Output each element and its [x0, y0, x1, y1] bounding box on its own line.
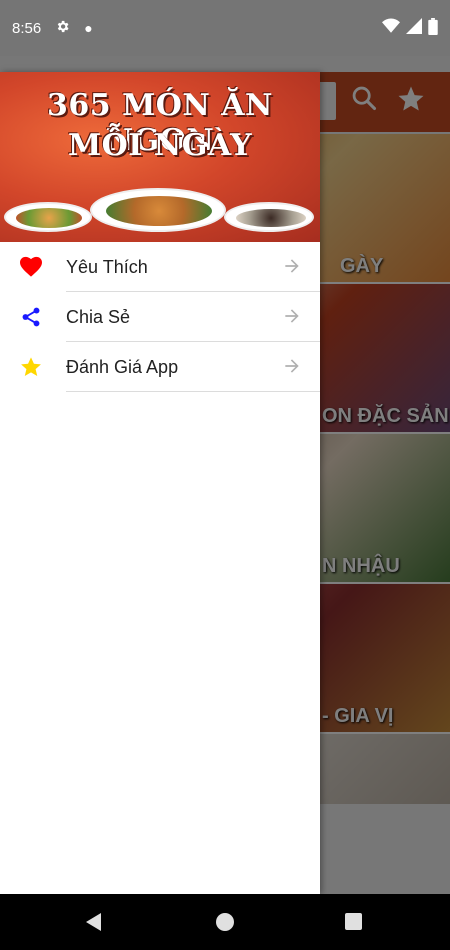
arrow-right-icon: [282, 356, 302, 380]
navigation-drawer: 365 MÓN ĂN NGON MỖI NGÀY Yêu Thích Chia …: [0, 72, 320, 894]
food-plate-image: [224, 202, 314, 232]
menu-item-label: Đánh Giá App: [66, 357, 179, 377]
share-icon: [20, 306, 42, 328]
notification-dot-icon: ●: [84, 20, 93, 36]
banner-title-line2: MỖI NGÀY: [67, 128, 253, 163]
home-icon[interactable]: [216, 913, 234, 931]
arrow-right-icon: [282, 256, 302, 280]
wifi-icon: [382, 18, 400, 38]
menu-item-rate-app[interactable]: Đánh Giá App: [0, 342, 320, 392]
back-icon[interactable]: [86, 913, 101, 931]
drawer-header-banner: 365 MÓN ĂN NGON MỖI NGÀY: [0, 72, 320, 242]
drawer-menu: Yêu Thích Chia Sẻ Đánh Giá App: [0, 242, 320, 392]
food-plate-image: [4, 202, 92, 232]
menu-item-label: Yêu Thích: [66, 257, 148, 277]
signal-icon: [406, 18, 422, 38]
arrow-right-icon: [282, 306, 302, 330]
recents-icon[interactable]: [345, 913, 362, 930]
divider: [66, 391, 320, 392]
status-bar: 8:56 ●: [0, 0, 450, 56]
star-icon: [20, 356, 42, 378]
gear-icon: [55, 19, 70, 38]
menu-item-label: Chia Sẻ: [66, 307, 131, 327]
food-plate-image: [90, 188, 226, 232]
status-time: 8:56: [12, 19, 42, 37]
menu-item-favorites[interactable]: Yêu Thích: [0, 242, 320, 292]
battery-icon: [428, 17, 438, 39]
system-navigation-bar: [0, 894, 450, 950]
menu-item-share[interactable]: Chia Sẻ: [0, 292, 320, 342]
heart-icon: [20, 256, 42, 278]
status-icons: [382, 17, 438, 39]
